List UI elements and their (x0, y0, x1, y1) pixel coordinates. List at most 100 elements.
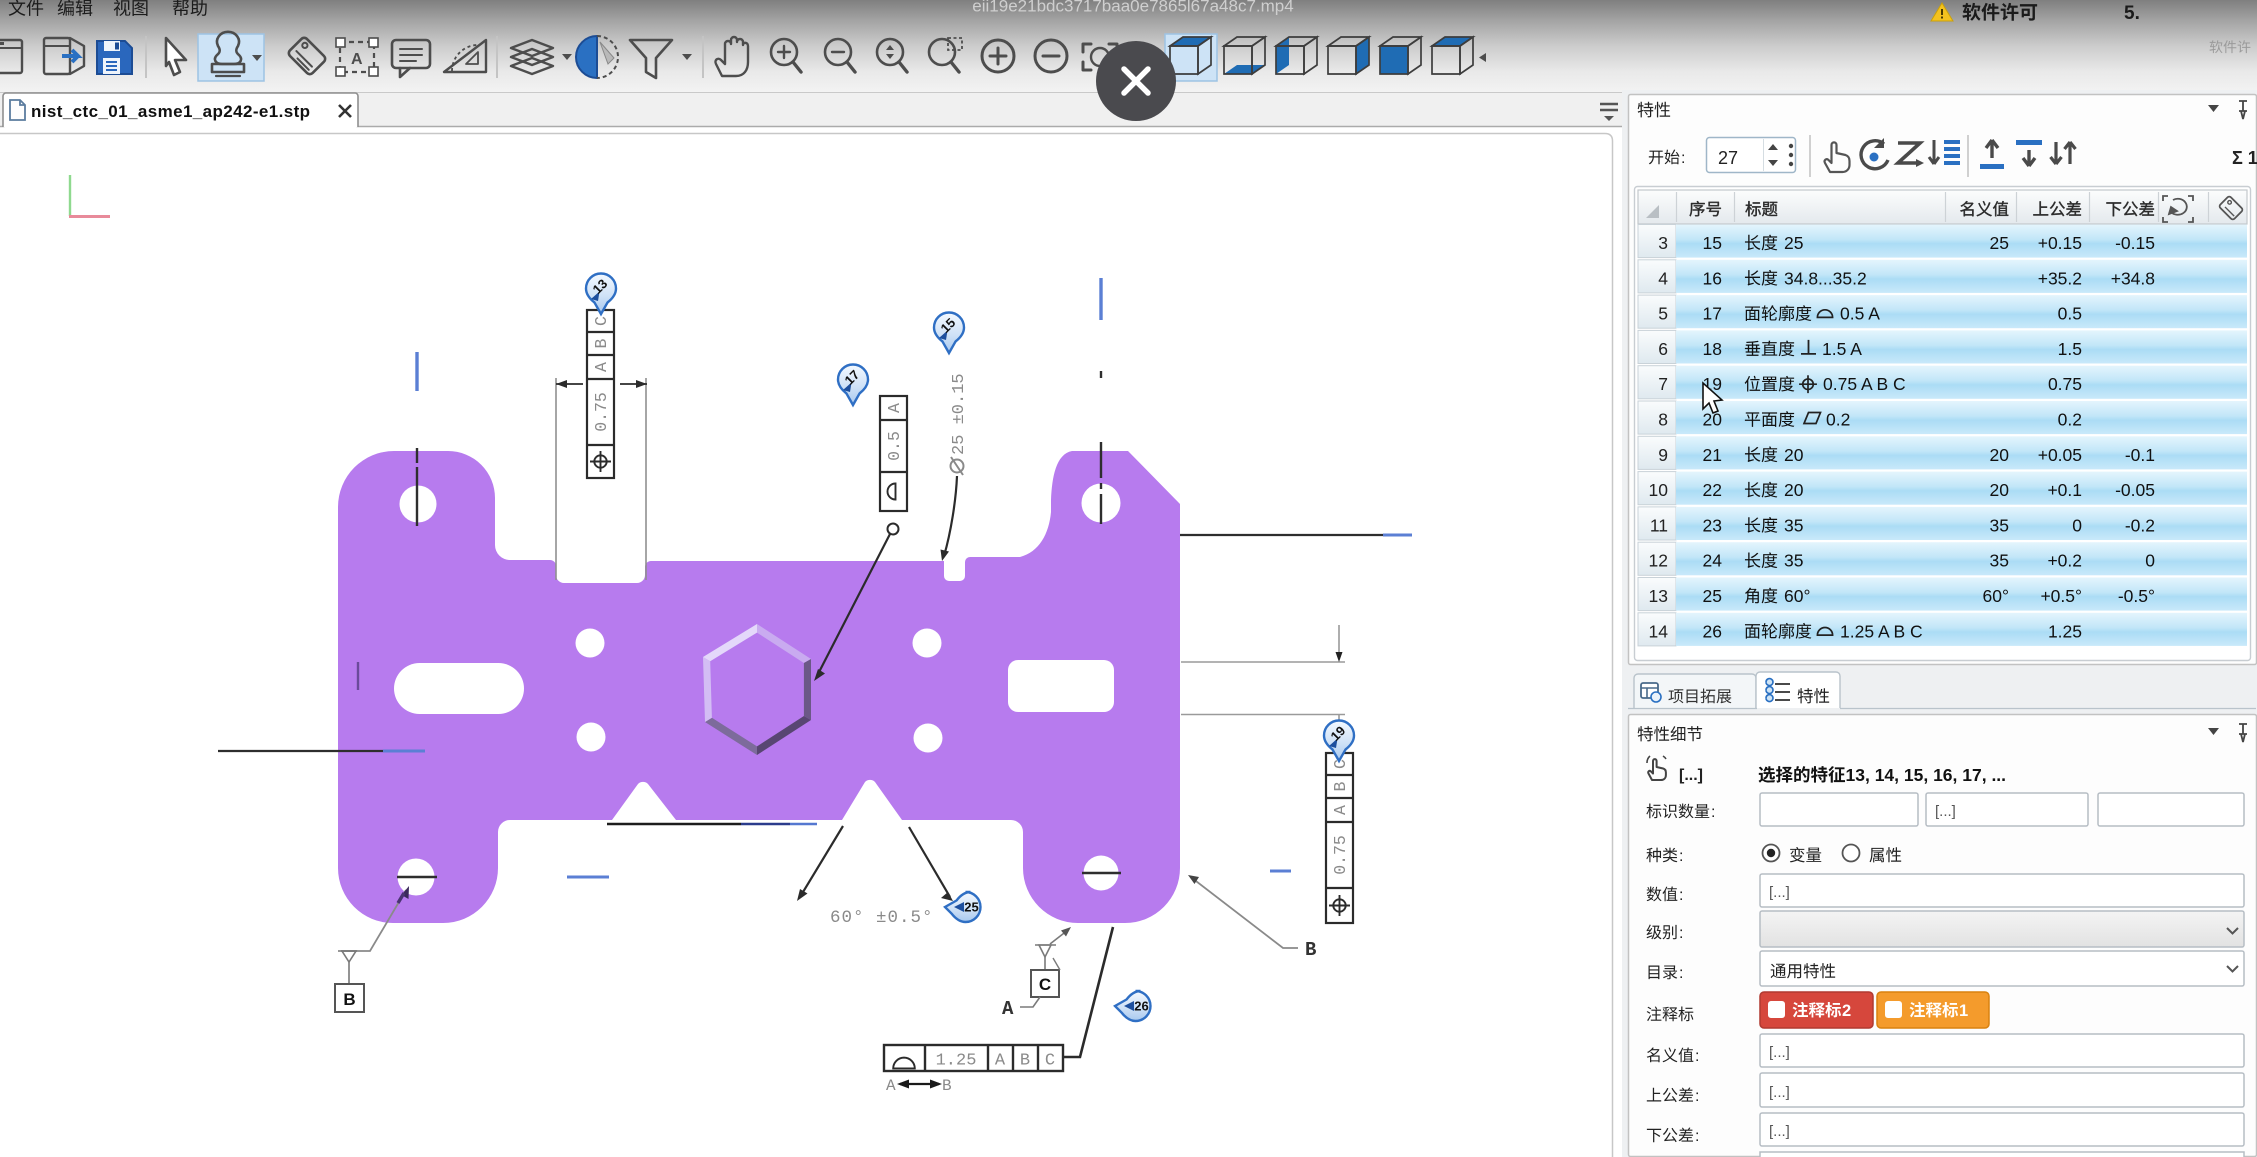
svg-text:4: 4 (1658, 268, 1668, 288)
svg-text::: : (1679, 925, 1683, 942)
svg-text:16: 16 (1703, 268, 1722, 288)
svg-text:0.75: 0.75 (592, 392, 611, 432)
svg-text:20: 20 (1990, 445, 2010, 465)
svg-text:+34.8: +34.8 (2111, 268, 2155, 288)
svg-text:-0.1: -0.1 (2125, 445, 2155, 465)
svg-text:27: 27 (1718, 148, 1738, 168)
svg-text:18: 18 (1703, 339, 1722, 359)
svg-text:B: B (343, 990, 355, 1009)
svg-text:11: 11 (1650, 515, 1668, 535)
svg-text:0: 0 (2145, 551, 2155, 571)
svg-text:1.25: 1.25 (936, 1052, 977, 1071)
svg-text:1.5 A: 1.5 A (1822, 339, 1862, 359)
svg-text:0.5 A: 0.5 A (1840, 304, 1880, 324)
svg-text:A: A (1331, 805, 1350, 815)
svg-text:[...]: [...] (1769, 1123, 1790, 1140)
svg-text:35: 35 (1784, 551, 1803, 571)
svg-text:B: B (1020, 1052, 1030, 1071)
svg-text:A: A (592, 362, 611, 372)
svg-text:0.75: 0.75 (1331, 835, 1350, 875)
svg-text:22: 22 (1703, 480, 1722, 500)
svg-text:[...]: [...] (1769, 1044, 1790, 1061)
svg-text:+0.1: +0.1 (2047, 480, 2082, 500)
svg-text:[...]: [...] (1679, 767, 1703, 784)
svg-text:8: 8 (1658, 410, 1668, 430)
svg-text:25: 25 (1784, 233, 1803, 253)
svg-text:1: 1 (1959, 1002, 1968, 1020)
svg-text:C: C (592, 316, 611, 326)
svg-text:5: 5 (1658, 304, 1668, 324)
svg-text::: : (1695, 1048, 1699, 1065)
svg-text:[...]: [...] (1769, 884, 1790, 901)
svg-text:24: 24 (1703, 551, 1723, 571)
svg-text:[...]: [...] (1935, 803, 1956, 820)
svg-text:[...]: [...] (1769, 1084, 1790, 1101)
svg-text:+0.15: +0.15 (2038, 233, 2082, 253)
svg-text:14: 14 (1649, 621, 1669, 641)
svg-text:60°: 60° (1983, 586, 2009, 606)
svg-text:26: 26 (1134, 999, 1148, 1014)
svg-text:60°: 60° (1784, 586, 1810, 606)
svg-text:6: 6 (1658, 339, 1668, 359)
svg-text:1.5: 1.5 (2058, 339, 2082, 359)
svg-text:+0.05: +0.05 (2038, 445, 2082, 465)
svg-text:0: 0 (2072, 515, 2082, 535)
svg-text:35: 35 (1990, 515, 2009, 535)
svg-text:-0.5°: -0.5° (2118, 586, 2155, 606)
svg-text:eii19e21bdc3717baa0e7865l67a48: eii19e21bdc3717baa0e7865l67a48c7.mp4 (972, 0, 1293, 16)
svg-text:20: 20 (1784, 480, 1804, 500)
svg-text:A: A (351, 51, 363, 68)
svg-text:5.: 5. (2124, 3, 2140, 24)
svg-text::: : (1711, 804, 1715, 821)
svg-text:A: A (885, 403, 904, 413)
svg-text:13, 14, 15, 16, 17, ...: 13, 14, 15, 16, 17, ... (1846, 765, 2007, 785)
svg-text:35: 35 (1784, 515, 1803, 535)
svg-text:25: 25 (964, 900, 978, 915)
svg-text:C: C (1045, 1052, 1055, 1071)
svg-text:34.8...35.2: 34.8...35.2 (1784, 268, 1867, 288)
svg-text:nist_ctc_01_asme1_ap242-e1.stp: nist_ctc_01_asme1_ap242-e1.stp (31, 102, 310, 121)
svg-text::: : (1679, 965, 1683, 982)
svg-text:B: B (1305, 939, 1316, 961)
svg-text:-0.05: -0.05 (2115, 480, 2155, 500)
svg-text:0.75: 0.75 (2048, 374, 2082, 394)
svg-text:A: A (995, 1052, 1006, 1071)
svg-text:A: A (886, 1077, 896, 1095)
svg-text:21: 21 (1703, 445, 1722, 465)
svg-text:10: 10 (1649, 480, 1669, 500)
svg-text:0.5: 0.5 (885, 431, 904, 461)
svg-text:1.25: 1.25 (2048, 621, 2082, 641)
svg-text:12: 12 (1649, 551, 1668, 571)
svg-text:15: 15 (1703, 233, 1722, 253)
svg-text:+35.2: +35.2 (2038, 268, 2082, 288)
svg-text:0.5: 0.5 (2058, 304, 2082, 324)
svg-text:A: A (1002, 998, 1014, 1020)
svg-text::: : (1681, 150, 1685, 167)
svg-text::: : (1679, 887, 1683, 904)
svg-text:3: 3 (1658, 233, 1668, 253)
svg-text:20: 20 (1990, 480, 2010, 500)
svg-text:60° ±0.5°: 60° ±0.5° (830, 908, 934, 928)
svg-text::: : (1695, 1088, 1699, 1105)
svg-text::: : (1679, 848, 1683, 865)
svg-text:20: 20 (1784, 445, 1804, 465)
svg-text:9: 9 (1658, 445, 1668, 465)
svg-text::: : (1695, 1128, 1699, 1145)
svg-text:17: 17 (1703, 304, 1722, 324)
svg-text:0.75 A B C: 0.75 A B C (1823, 374, 1906, 394)
svg-text:+0.2: +0.2 (2047, 551, 2082, 571)
svg-text:26: 26 (1703, 621, 1722, 641)
svg-text:Σ 1: Σ 1 (2232, 148, 2257, 168)
svg-text:B: B (942, 1077, 952, 1095)
svg-text:+0.5°: +0.5° (2040, 586, 2082, 606)
svg-text:1.25 A B C: 1.25 A B C (1840, 621, 1923, 641)
svg-text:-0.15: -0.15 (2115, 233, 2155, 253)
svg-text:2: 2 (1842, 1002, 1851, 1020)
svg-text:23: 23 (1703, 515, 1722, 535)
svg-text:25: 25 (1990, 233, 2009, 253)
svg-text:7: 7 (1658, 374, 1668, 394)
svg-text:35: 35 (1990, 551, 2009, 571)
svg-text:25 ±0.15: 25 ±0.15 (950, 373, 969, 455)
svg-text:C: C (1039, 975, 1051, 994)
svg-text:B: B (592, 338, 611, 348)
